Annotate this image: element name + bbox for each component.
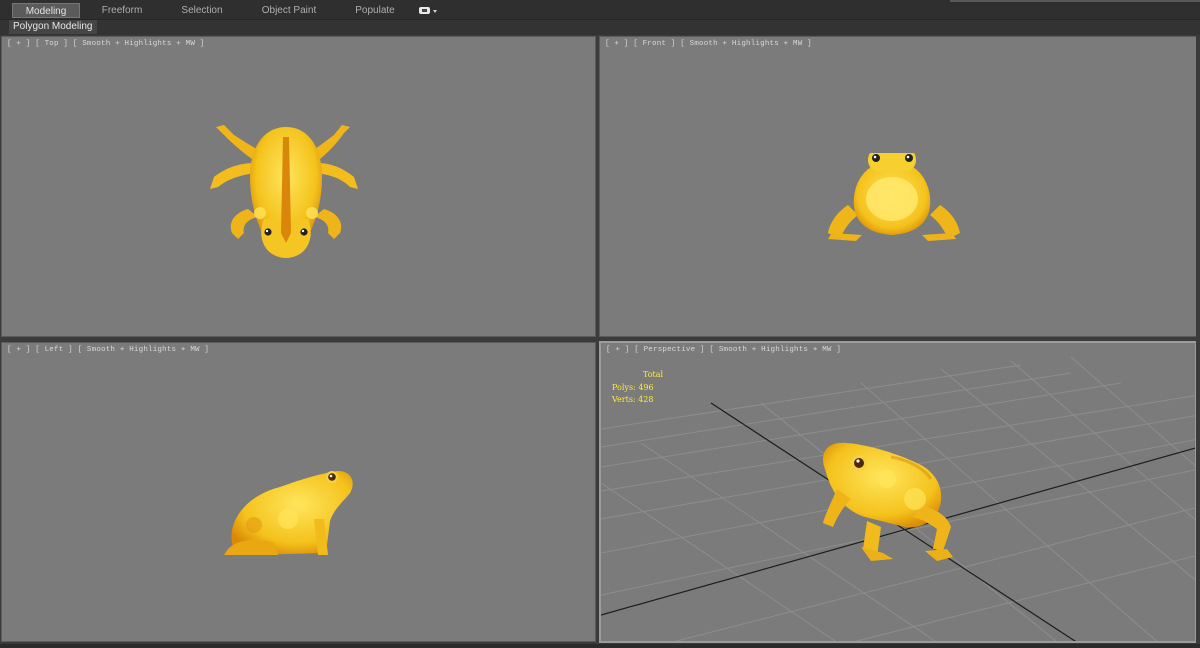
scene-statistics: Total Polys: 496 Verts: 428	[612, 369, 663, 407]
viewport-left[interactable]: [ + ] [ Left ] [ Smooth + Highlights + M…	[1, 342, 596, 642]
tab-modeling[interactable]: Modeling	[12, 3, 80, 18]
stats-verts-label: Verts:	[612, 395, 636, 404]
tab-populate[interactable]: Populate	[347, 3, 403, 18]
stats-title: Total	[643, 370, 664, 379]
frog-left-view[interactable]	[2, 343, 596, 642]
stats-verts-value: 428	[638, 395, 654, 404]
viewport-perspective[interactable]: [ + ] [ Perspective ] [ Smooth + Highlig…	[599, 341, 1197, 643]
viewport-top[interactable]: [ + ] [ Top ] [ Smooth + Highlights + MW…	[1, 36, 596, 337]
stats-polys-value: 496	[638, 382, 654, 392]
status-bar	[0, 644, 1200, 648]
frog-perspective-view	[823, 442, 953, 561]
frog-front-view[interactable]	[600, 37, 1197, 337]
tab-object-paint[interactable]: Object Paint	[254, 3, 324, 18]
tab-selection[interactable]: Selection	[171, 3, 233, 18]
ribbon-panel-bar	[0, 20, 1200, 35]
stats-polys-label: Polys:	[612, 382, 636, 392]
viewport-scrollbar[interactable]	[1196, 35, 1200, 644]
viewport-front[interactable]: [ + ] [ Front ] [ Smooth + Highlights + …	[599, 36, 1197, 337]
polygon-modeling-panel[interactable]: Polygon Modeling	[9, 20, 97, 34]
perspective-scene[interactable]	[601, 343, 1197, 643]
frog-top-view[interactable]	[2, 37, 596, 337]
tab-freeform[interactable]: Freeform	[92, 3, 152, 18]
ribbon-top-line	[950, 0, 1200, 2]
ribbon: Modeling Freeform Selection Object Paint…	[0, 0, 1200, 20]
stats-polys: Polys: 496	[612, 382, 663, 395]
stats-verts: Verts: 428	[612, 394, 663, 407]
display-options-icon[interactable]	[418, 4, 440, 16]
